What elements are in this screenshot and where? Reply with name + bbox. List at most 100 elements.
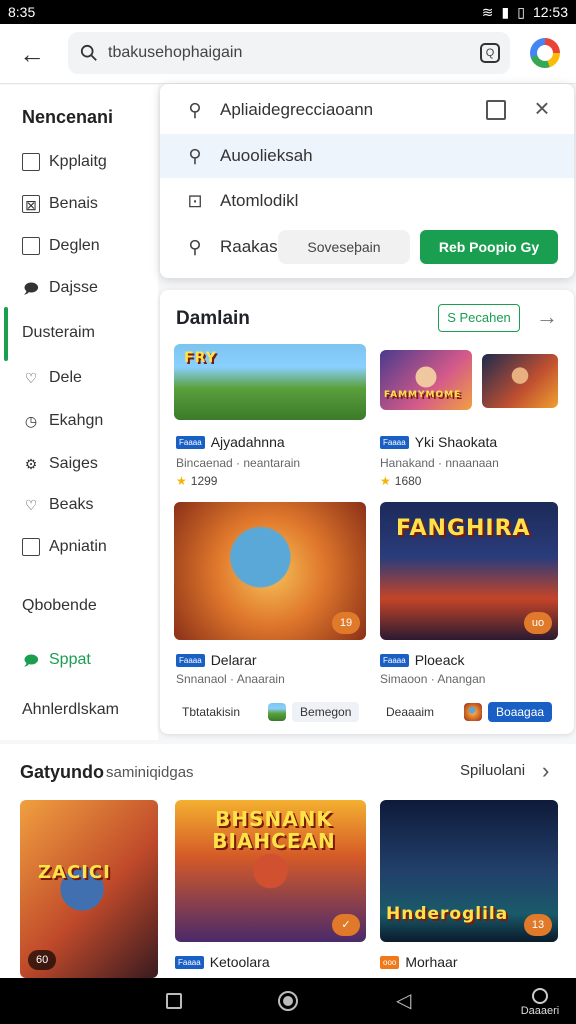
game-title[interactable]: Faaaa Ketoolara xyxy=(175,954,270,970)
game-subtitle: Hanakand · nnaanaan xyxy=(380,456,499,470)
chevron-right-icon[interactable]: › xyxy=(542,758,549,784)
sidebar-item-sppat[interactable]: 🗩 Sppat xyxy=(22,651,91,669)
suggestion-row[interactable]: ⊡ Atomlodikl xyxy=(160,179,574,223)
panel-footer-right[interactable]: Deaaaim Boaagaa xyxy=(386,702,553,722)
game-title-text: Delarar xyxy=(210,652,257,668)
sidebar-item-qbobende[interactable]: Qbobende xyxy=(22,597,97,615)
publisher-badge: Faaaa xyxy=(176,435,205,449)
thumbnail-label: FAMMYMOME xyxy=(384,390,462,400)
game-title[interactable]: Faaaa Ajyadahnna xyxy=(176,434,285,450)
game-mini-icon xyxy=(268,703,287,721)
recents-icon[interactable] xyxy=(166,993,182,1009)
close-icon[interactable]: × xyxy=(530,95,554,122)
panel-action-button[interactable]: S Pecahen xyxy=(438,304,520,332)
system-nav-bar: ◁ Daaaeri xyxy=(0,978,576,1024)
square-icon[interactable] xyxy=(486,100,506,120)
profile-button[interactable]: Daaaeri xyxy=(510,988,570,1017)
game-mini-icon xyxy=(464,703,483,721)
search-icon: ⚲ xyxy=(188,146,202,166)
secondary-chip[interactable]: Soveseþain xyxy=(278,230,410,264)
back-arrow-icon[interactable]: ← xyxy=(18,40,46,68)
suggestion-row[interactable]: ⚲ Apliaidegrecciaoann xyxy=(160,88,574,132)
publisher-badge: Faaaa xyxy=(175,955,204,969)
game-title[interactable]: ooo Morhaar xyxy=(380,954,458,970)
arrow-right-icon[interactable]: → xyxy=(536,304,558,330)
game-badge: 19 xyxy=(332,612,360,634)
back-triangle-icon[interactable]: ◁ xyxy=(396,988,411,1013)
thumbnail-label: ZACICI xyxy=(38,862,111,883)
image-icon: ⊠ xyxy=(22,195,40,213)
game-title[interactable]: Faaaa Yki Shaokata xyxy=(380,434,497,450)
suggestion-row[interactable]: ⚲ Auoolieksah xyxy=(160,134,574,178)
sidebar-item-dajsse[interactable]: 🗩 Dajsse xyxy=(22,279,98,297)
home-icon[interactable] xyxy=(278,991,298,1011)
search-suggestions-dropdown: ⚲ Apliaidegrecciaoann × ⚲ Auoolieksah ⊡ … xyxy=(160,84,574,278)
search-icon: ⚲ xyxy=(188,237,202,257)
game-subtitle: Snnanaol · Anaarain xyxy=(176,672,285,686)
sidebar-item-beaks[interactable]: ♡ Beaks xyxy=(22,496,94,514)
sidebar-item-ekahgn[interactable]: ◷ Ekahgn xyxy=(22,412,103,430)
sidebar-item-label: Deglen xyxy=(49,237,100,254)
thumbnail-label: BHSNANK BIAHCEAN xyxy=(212,807,336,853)
chat-icon: 🗩 xyxy=(23,652,39,668)
game-thumbnail[interactable]: 19 xyxy=(174,502,366,640)
section-subtitle: saminiqidgas xyxy=(106,764,194,781)
recommended-section: Gatyundo saminiqidgas Spiluolani › ZACIC… xyxy=(0,744,576,978)
sidebar-item-kpplaitg[interactable]: Kpplaitg xyxy=(22,153,107,171)
publisher-badge: Faaaa xyxy=(380,435,409,449)
battery-icon: ▯ xyxy=(517,3,525,20)
game-card[interactable]: Hnderoglila 13 xyxy=(380,800,558,942)
sidebar-item-label: Dajsse xyxy=(49,279,98,296)
rating-value: 1680 xyxy=(394,474,422,488)
sidebar-item-apniatin[interactable]: Apniatin xyxy=(22,538,107,556)
game-thumbnail[interactable]: FANGHIRA uo xyxy=(380,502,558,640)
game-thumbnail[interactable]: FAMMYMOME xyxy=(380,350,472,410)
sidebar-item-label: Kpplaitg xyxy=(49,153,107,170)
sidebar-item-dusteraim[interactable]: Dusteraim xyxy=(22,324,95,342)
search-icon: ⚲ xyxy=(188,100,202,120)
sidebar-item-label: Beaks xyxy=(49,496,94,513)
checkbox-icon xyxy=(22,153,40,171)
sidebar-item-saiges[interactable]: ⚙ Saiges xyxy=(22,455,98,473)
suggestion-row[interactable]: ⚲ Raakas xyxy=(160,225,280,269)
sidebar-item-label: Sppat xyxy=(49,651,91,668)
wifi-icon: ≋ xyxy=(481,3,494,20)
clock-icon: ◷ xyxy=(24,413,38,429)
status-time-left: 8:35 xyxy=(8,4,36,20)
qr-scan-icon[interactable]: Q xyxy=(480,43,500,63)
page-search-icon: ⊡ xyxy=(187,191,203,211)
checkbox-icon xyxy=(22,237,40,255)
search-icon xyxy=(80,44,97,61)
suggestion-label: Auoolieksah xyxy=(220,146,313,165)
google-account-logo[interactable] xyxy=(530,38,560,68)
sidebar-item-deglen[interactable]: Deglen xyxy=(22,237,100,255)
game-rating: ★ 1680 xyxy=(380,474,421,488)
game-badge: 13 xyxy=(524,914,552,936)
sidebar-item-benais[interactable]: ⊠ Benais xyxy=(22,195,98,213)
search-query: tbakusehophaigain xyxy=(108,44,243,61)
sidebar-item-label: Dusteraim xyxy=(22,324,95,341)
panel-footer-left[interactable]: Tbtatakisin Bemegon xyxy=(182,702,360,722)
person-icon xyxy=(532,988,548,1004)
game-title[interactable]: Faaaa Ploeack xyxy=(380,652,465,668)
game-thumbnail[interactable] xyxy=(482,354,558,408)
sidebar-item-ahnlerdlskam[interactable]: Ahnlerdlskam xyxy=(22,701,119,719)
panel-title: Damlain xyxy=(176,308,250,329)
game-card[interactable]: ZACICI 60 xyxy=(20,800,158,978)
footer-label: Deaaaim xyxy=(386,705,435,719)
game-card[interactable]: BHSNANK BIAHCEAN ✓ xyxy=(175,800,366,942)
primary-chip-button[interactable]: Reb Poopio Gy xyxy=(420,230,558,264)
search-input[interactable]: tbakusehophaigain Q xyxy=(68,32,510,74)
publisher-badge: ooo xyxy=(380,955,400,969)
footer-tag: Bemegon xyxy=(292,702,360,722)
checkbox-icon xyxy=(22,538,40,556)
signal-icon: ▮ xyxy=(501,3,510,20)
sidebar-item-label: Qbobende xyxy=(22,597,97,614)
status-icons: ≋ ▮ ▯ 12:53 xyxy=(482,4,568,21)
heart-icon: ♡ xyxy=(24,497,38,513)
game-title-text: Ketoolara xyxy=(209,954,270,970)
game-thumbnail[interactable]: FRY xyxy=(174,344,366,420)
section-see-more-link[interactable]: Spiluolani xyxy=(460,762,525,779)
sidebar-item-dele[interactable]: ♡ Dele xyxy=(22,369,82,387)
game-title[interactable]: Faaaa Delarar xyxy=(176,652,257,668)
